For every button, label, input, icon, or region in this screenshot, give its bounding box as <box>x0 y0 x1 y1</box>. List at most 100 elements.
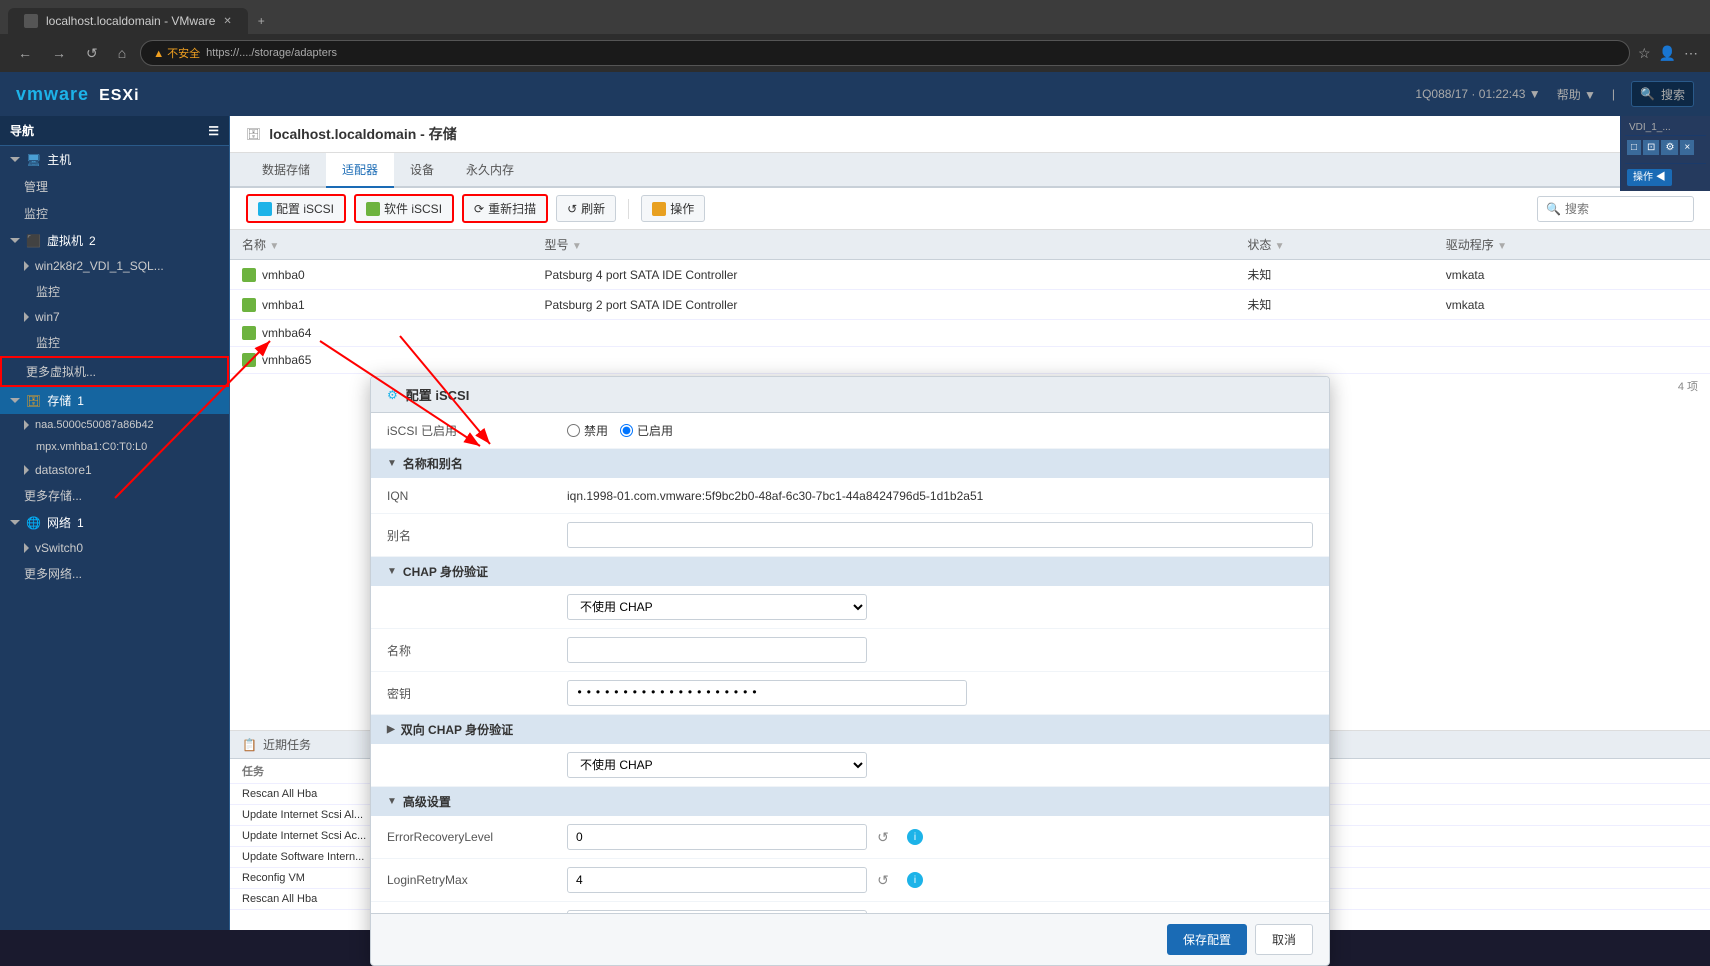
adv-input-2[interactable] <box>567 910 867 913</box>
fp-btn-2[interactable]: ⚙ <box>1661 140 1678 155</box>
sidebar-collapse-button[interactable]: ☰ <box>208 124 219 138</box>
host-icon: 🖥 <box>26 153 41 167</box>
adv-label-0: ErrorRecoveryLevel <box>387 830 567 844</box>
reset-icon-0[interactable]: ↺ <box>873 827 893 847</box>
fp-actions-button[interactable]: 操作 ◀ <box>1627 169 1672 186</box>
chap-select[interactable]: 不使用 CHAP 使用 CHAP (需要) 使用 CHAP (首选) <box>567 594 867 620</box>
mutual-chap-section-header[interactable]: ▶ 双向 CHAP 身份验证 <box>371 715 1329 744</box>
info-icon-1[interactable]: i <box>907 872 923 888</box>
mutual-chap-select[interactable]: 不使用 CHAP <box>567 752 867 778</box>
table-row[interactable]: vmhba64 <box>230 320 1710 347</box>
bookmark-icon[interactable]: ☆ <box>1638 45 1651 62</box>
help-button[interactable]: 帮助 ▼ <box>1557 86 1596 103</box>
sidebar-item-more-storage[interactable]: 更多存储... <box>0 482 229 509</box>
sidebar-item-label-naa: naa.5000c50087a86b42 <box>35 419 154 431</box>
alias-input[interactable] <box>567 522 1313 548</box>
sidebar-item-vms[interactable]: ⬛ 虚拟机 2 <box>0 227 229 254</box>
nav-back-button[interactable]: ← <box>12 41 38 65</box>
iscsi-enabled-radio[interactable]: 已启用 <box>620 422 673 439</box>
tab-close-button[interactable]: ✕ <box>223 16 231 27</box>
nav-refresh-button[interactable]: ↺ <box>80 41 104 66</box>
cell-status-2 <box>1235 320 1433 347</box>
sidebar-item-manage[interactable]: 管理 <box>0 173 229 200</box>
network-icon: 🌐 <box>26 516 41 530</box>
search-input[interactable] <box>1565 202 1685 216</box>
menu-icon[interactable]: ⋯ <box>1684 45 1698 62</box>
actions-btn-label: 操作 <box>670 200 694 217</box>
tab-adapters[interactable]: 适配器 <box>326 153 394 188</box>
header-search[interactable]: 🔍 搜索 <box>1631 81 1694 107</box>
new-tab-button[interactable]: + <box>248 8 275 34</box>
sidebar-item-label-monitor-host: 监控 <box>24 205 48 222</box>
sidebar-item-mpx[interactable]: mpx.vmhba1:C0:T0:L0 <box>0 436 229 458</box>
sidebar-item-vswitch0[interactable]: vSwitch0 <box>0 536 229 560</box>
save-config-button[interactable]: 保存配置 <box>1167 924 1247 955</box>
reset-icon-1[interactable]: ↺ <box>873 870 893 890</box>
toolbar-search[interactable]: 🔍 <box>1537 196 1694 222</box>
cell-driver-3 <box>1434 347 1710 374</box>
config-iscsi-button[interactable]: 配置 iSCSI <box>246 194 346 223</box>
browser-tab-active[interactable]: localhost.localdomain - VMware ✕ <box>8 8 248 34</box>
col-driver: 驱动程序 ▼ <box>1434 230 1710 260</box>
profile-icon[interactable]: 👤 <box>1659 45 1676 62</box>
expand-vswitch-icon <box>24 543 29 553</box>
fp-btn-0[interactable]: □ <box>1627 140 1641 155</box>
sidebar-item-win7[interactable]: win7 <box>0 305 229 329</box>
adapter-icon-0 <box>242 268 256 282</box>
cell-status-1: 未知 <box>1235 290 1433 320</box>
page-header-icon: 🗄 <box>246 127 261 141</box>
tab-datastores[interactable]: 数据存储 <box>246 153 326 188</box>
logo-ware: ware <box>44 84 89 104</box>
chap-secret-input[interactable] <box>567 680 967 706</box>
divider: | <box>1612 87 1615 101</box>
sidebar-item-monitor-win7[interactable]: 监控 <box>0 329 229 356</box>
sidebar-item-network[interactable]: 🌐 网络 1 <box>0 509 229 536</box>
nav-home-button[interactable]: ⌂ <box>112 41 132 65</box>
sidebar-item-monitor-host[interactable]: 监控 <box>0 200 229 227</box>
iscsi-disabled-radio-input[interactable] <box>567 424 580 437</box>
iscsi-dialog: ⚙ 配置 iSCSI iSCSI 已启用 禁用 已启用 <box>370 376 1330 966</box>
cancel-button[interactable]: 取消 <box>1255 924 1313 955</box>
table-row[interactable]: vmhba65 <box>230 347 1710 374</box>
software-iscsi-icon <box>366 202 380 216</box>
sidebar-item-naa[interactable]: naa.5000c50087a86b42 <box>0 414 229 436</box>
sidebar-item-monitor-vm1[interactable]: 监控 <box>0 278 229 305</box>
nav-forward-button[interactable]: → <box>46 41 72 65</box>
iqn-row: IQN iqn.1998-01.com.vmware:5f9bc2b0-48af… <box>371 478 1329 514</box>
chap-secret-label: 密钥 <box>387 685 567 702</box>
address-bar[interactable]: ▲ 不安全 https://..../storage/adapters <box>140 40 1630 66</box>
address-text: https://..../storage/adapters <box>206 47 337 59</box>
tab-persistent-memory[interactable]: 永久内存 <box>450 153 530 188</box>
iscsi-enabled-radio-input[interactable] <box>620 424 633 437</box>
chap-section-header[interactable]: ▼ CHAP 身份验证 <box>371 557 1329 586</box>
sidebar-item-label-network: 网络 <box>47 514 71 531</box>
table-row[interactable]: vmhba0 Patsburg 4 port SATA IDE Controll… <box>230 260 1710 290</box>
refresh-icon: ↺ <box>567 202 577 216</box>
iscsi-disabled-radio[interactable]: 禁用 <box>567 422 608 439</box>
sidebar-item-more-network[interactable]: 更多网络... <box>0 560 229 587</box>
table-row[interactable]: vmhba1 Patsburg 2 port SATA IDE Controll… <box>230 290 1710 320</box>
name-alias-label: 名称和别名 <box>403 455 463 472</box>
adv-input-0[interactable] <box>567 824 867 850</box>
chap-name-input[interactable] <box>567 637 867 663</box>
advanced-section-header[interactable]: ▼ 高级设置 <box>371 787 1329 816</box>
fp-btn-1[interactable]: ⊡ <box>1643 140 1659 155</box>
software-iscsi-button[interactable]: 软件 iSCSI <box>354 194 454 223</box>
tab-devices[interactable]: 设备 <box>394 153 450 188</box>
adapter-icon-3 <box>242 353 256 367</box>
actions-button[interactable]: 操作 <box>641 195 705 222</box>
fp-btn-3[interactable]: × <box>1680 140 1694 155</box>
rescan-button[interactable]: ⟳ 重新扫描 <box>462 194 548 223</box>
mutual-chap-row: 不使用 CHAP <box>371 744 1329 787</box>
name-alias-section-header[interactable]: ▼ 名称和别名 <box>371 449 1329 478</box>
info-icon-0[interactable]: i <box>907 829 923 845</box>
sidebar-item-more-vms[interactable]: 更多虚拟机... <box>0 356 229 387</box>
sidebar-item-storage[interactable]: 🗄 存储 1 <box>0 387 229 414</box>
sidebar-item-vm1[interactable]: win2k8r2_VDI_1_SQL... <box>0 254 229 278</box>
sidebar-item-datastore1[interactable]: datastore1 <box>0 458 229 482</box>
adv-input-1[interactable] <box>567 867 867 893</box>
user-info[interactable]: 1Q088/17 · 01:22:43 ▼ <box>1415 87 1540 101</box>
browser-nav: ← → ↺ ⌂ ▲ 不安全 https://..../storage/adapt… <box>0 34 1710 72</box>
refresh-button[interactable]: ↺ 刷新 <box>556 195 616 222</box>
sidebar-item-host[interactable]: 🖥 主机 <box>0 146 229 173</box>
